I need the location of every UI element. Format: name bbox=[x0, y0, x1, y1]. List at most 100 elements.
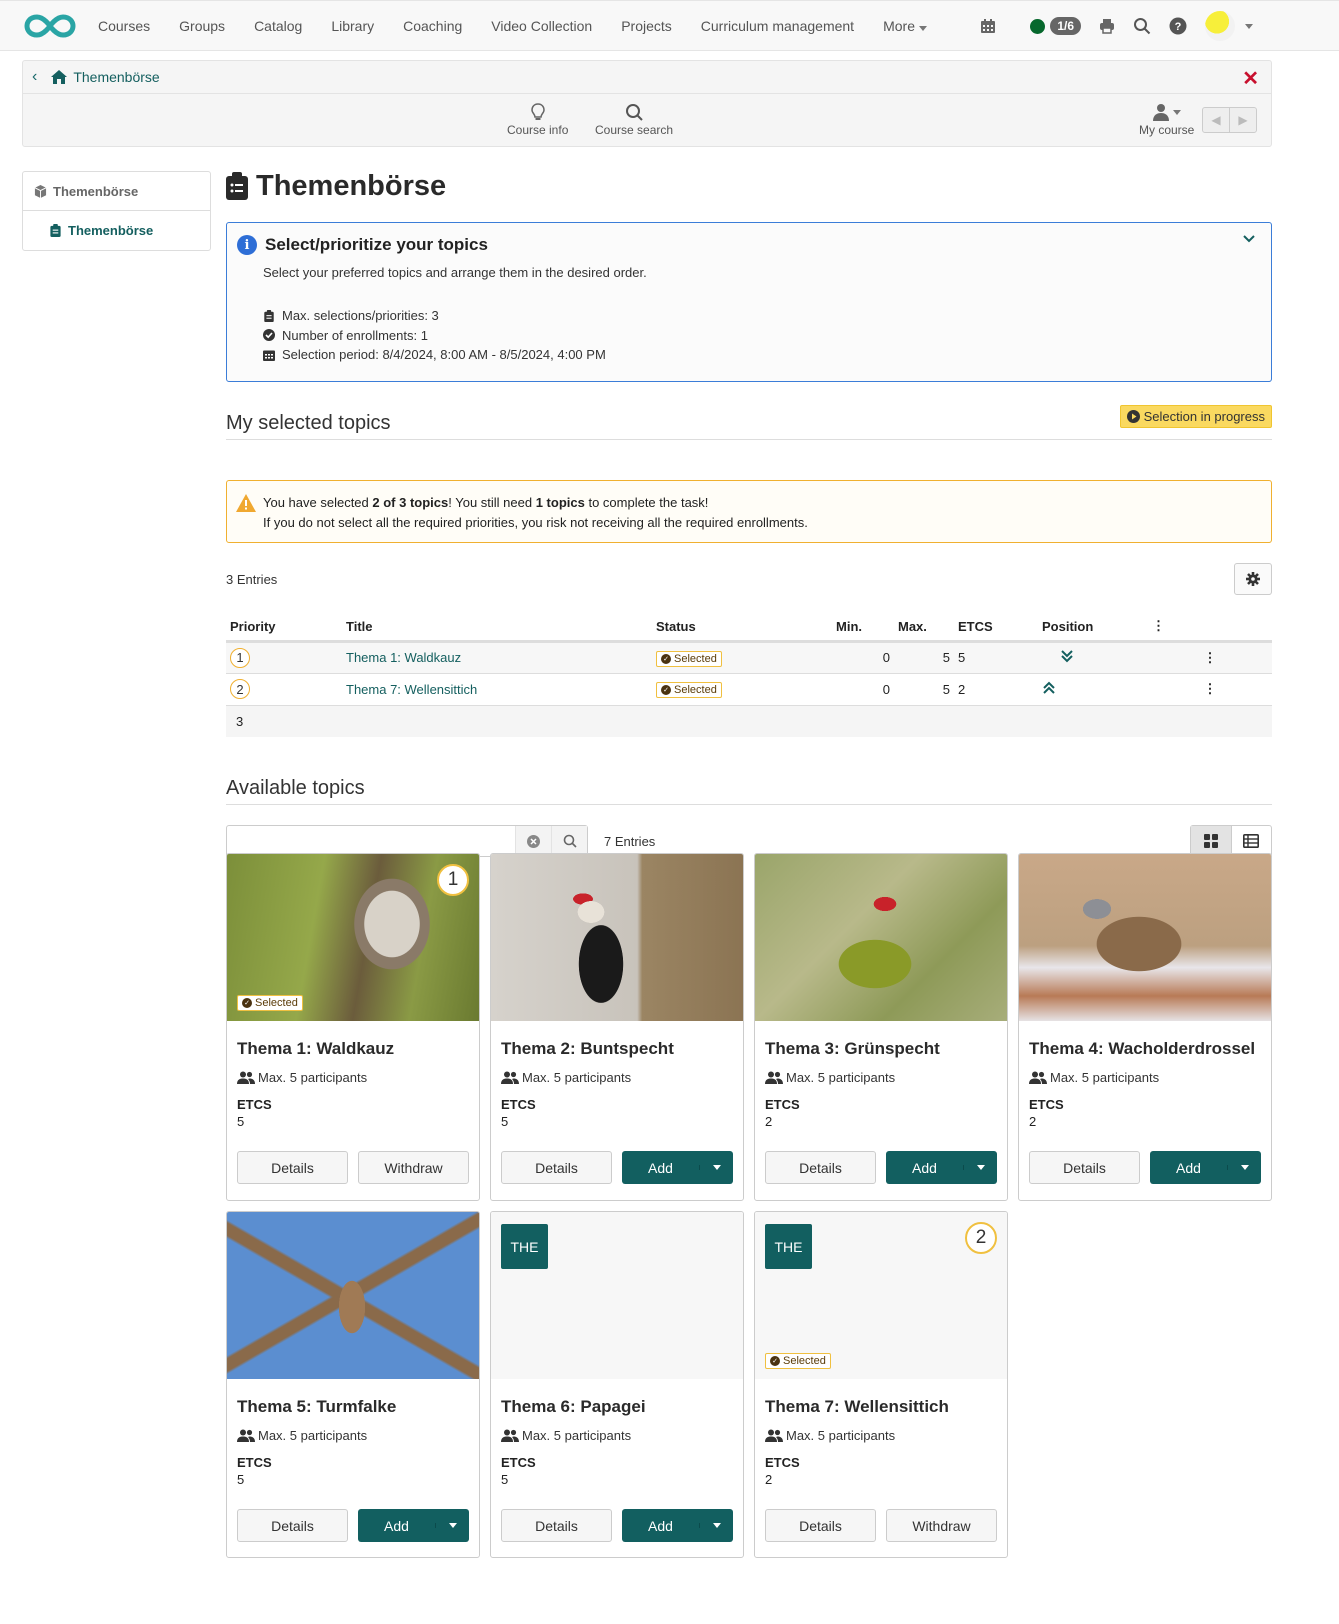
col-etcs[interactable]: ETCS bbox=[954, 613, 1038, 643]
info-heading-text: Select/prioritize your topics bbox=[265, 235, 488, 254]
topic-title[interactable]: Thema 3: Grünspecht bbox=[765, 1039, 997, 1059]
row-actions-icon[interactable]: ⋮ bbox=[1148, 673, 1272, 706]
help-icon[interactable]: ? bbox=[1169, 17, 1187, 35]
breadcrumb[interactable]: Themenbörse bbox=[51, 69, 160, 85]
details-button[interactable]: Details bbox=[237, 1151, 348, 1184]
search-icon[interactable] bbox=[1133, 17, 1151, 35]
info-enrollments: Number of enrollments: 1 bbox=[263, 326, 1261, 346]
nav-catalog[interactable]: Catalog bbox=[254, 18, 302, 34]
calendar-icon[interactable] bbox=[980, 18, 996, 34]
selected-topics-table: Priority Title Status Min. Max. ETCS Pos… bbox=[226, 613, 1272, 737]
table-view-button[interactable] bbox=[1232, 826, 1272, 856]
details-button[interactable]: Details bbox=[501, 1509, 613, 1542]
course-info-button[interactable]: Course info bbox=[507, 101, 568, 137]
add-button[interactable]: Add bbox=[1150, 1160, 1227, 1176]
topic-title[interactable]: Thema 5: Turmfalke bbox=[237, 1397, 469, 1417]
nav-courses[interactable]: Courses bbox=[98, 18, 150, 34]
row-actions-icon[interactable]: ⋮ bbox=[1148, 641, 1272, 674]
topic-title[interactable]: Thema 4: Wacholderdrossel bbox=[1029, 1039, 1261, 1059]
topic-image[interactable]: THE 2 ✓ Selected bbox=[755, 1212, 1007, 1379]
add-options-dropdown[interactable] bbox=[699, 1165, 733, 1170]
course-menu-root[interactable]: Themenbörse bbox=[23, 172, 210, 211]
clipboard-list-icon bbox=[226, 172, 248, 200]
details-button[interactable]: Details bbox=[765, 1151, 877, 1184]
withdraw-button[interactable]: Withdraw bbox=[886, 1509, 997, 1542]
back-icon[interactable]: ‹ bbox=[32, 68, 37, 86]
my-course-button[interactable]: My course bbox=[1139, 101, 1194, 137]
logo-icon[interactable] bbox=[24, 13, 76, 39]
course-menu-item-label: Themenbörse bbox=[68, 223, 154, 238]
print-icon[interactable] bbox=[1099, 18, 1115, 34]
search-input[interactable] bbox=[227, 826, 515, 856]
next-node-button[interactable]: ▶ bbox=[1230, 108, 1256, 132]
status-badge: ✓ Selected bbox=[656, 682, 722, 698]
users-icon bbox=[237, 1071, 255, 1084]
col-min[interactable]: Min. bbox=[832, 613, 894, 643]
topic-image[interactable]: 1 ✓ Selected bbox=[227, 854, 479, 1021]
session-counter-badge[interactable]: 1/6 bbox=[1050, 17, 1081, 35]
add-button[interactable]: Add bbox=[358, 1518, 435, 1534]
table-row: 2 Thema 7: Wellensittich ✓ Selected 0 5 2… bbox=[226, 673, 1272, 706]
nav-video-collection[interactable]: Video Collection bbox=[491, 18, 592, 34]
topic-title[interactable]: Thema 2: Buntspecht bbox=[501, 1039, 733, 1059]
add-button[interactable]: Add bbox=[886, 1160, 963, 1176]
nav-groups[interactable]: Groups bbox=[179, 18, 225, 34]
nav-library[interactable]: Library bbox=[331, 18, 374, 34]
previous-node-button[interactable]: ◀ bbox=[1203, 108, 1230, 132]
add-button[interactable]: Add bbox=[622, 1518, 699, 1534]
card-view-button[interactable] bbox=[1191, 826, 1232, 856]
details-button[interactable]: Details bbox=[237, 1509, 349, 1542]
topic-image[interactable]: THE bbox=[491, 1212, 743, 1379]
etcs-label: ETCS bbox=[501, 1455, 536, 1470]
topic-title[interactable]: Thema 7: Wellensittich bbox=[765, 1397, 997, 1417]
details-button[interactable]: Details bbox=[765, 1509, 876, 1542]
add-options-dropdown[interactable] bbox=[699, 1523, 733, 1528]
nav-more[interactable]: More bbox=[883, 18, 927, 34]
chevron-down-icon bbox=[448, 1523, 457, 1528]
nav-projects[interactable]: Projects bbox=[621, 18, 672, 34]
etcs-value: 5 bbox=[501, 1472, 509, 1487]
topic-title[interactable]: Thema 1: Waldkauz bbox=[237, 1039, 469, 1059]
details-button[interactable]: Details bbox=[1029, 1151, 1141, 1184]
add-options-dropdown[interactable] bbox=[1227, 1165, 1261, 1170]
col-priority[interactable]: Priority bbox=[226, 613, 342, 643]
topic-link[interactable]: Thema 7: Wellensittich bbox=[346, 682, 477, 697]
chevron-down-icon[interactable] bbox=[1243, 235, 1255, 243]
topic-link[interactable]: Thema 1: Waldkauz bbox=[346, 650, 461, 665]
withdraw-button[interactable]: Withdraw bbox=[358, 1151, 469, 1184]
course-menu-item-themenboerse[interactable]: Themenbörse bbox=[23, 211, 210, 250]
topic-image[interactable] bbox=[491, 854, 743, 1021]
nav-coaching[interactable]: Coaching bbox=[403, 18, 462, 34]
online-status-icon[interactable] bbox=[1030, 18, 1046, 34]
details-button[interactable]: Details bbox=[501, 1151, 613, 1184]
search-button[interactable] bbox=[551, 826, 587, 856]
add-button[interactable]: Add bbox=[622, 1160, 699, 1176]
breadcrumb-label: Themenbörse bbox=[73, 69, 160, 85]
col-max[interactable]: Max. bbox=[894, 613, 954, 643]
participants-text: Max. 5 participants bbox=[786, 1070, 896, 1085]
table-settings-button[interactable] bbox=[1234, 563, 1272, 595]
col-title[interactable]: Title bbox=[342, 613, 652, 643]
user-avatar[interactable] bbox=[1205, 11, 1235, 41]
info-enrollments-text: Number of enrollments: 1 bbox=[282, 327, 428, 343]
add-options-dropdown[interactable] bbox=[435, 1523, 469, 1528]
topic-card-5: Thema 5: Turmfalke Max. 5 participants E… bbox=[226, 1211, 480, 1558]
nav-curriculum-management[interactable]: Curriculum management bbox=[701, 18, 854, 34]
clear-search-button[interactable] bbox=[515, 826, 551, 856]
users-icon bbox=[765, 1071, 783, 1084]
page-title-text: Themenbörse bbox=[256, 169, 447, 202]
move-up-icon[interactable] bbox=[1042, 681, 1056, 695]
topic-image[interactable] bbox=[1019, 854, 1271, 1021]
close-icon[interactable]: ✕ bbox=[1242, 66, 1259, 91]
topic-card-3: Thema 3: Grünspecht Max. 5 participants … bbox=[754, 853, 1008, 1201]
col-position[interactable]: Position bbox=[1038, 613, 1148, 643]
col-actions[interactable]: ⋮ bbox=[1148, 613, 1272, 643]
course-search-button[interactable]: Course search bbox=[595, 101, 673, 137]
move-down-icon[interactable] bbox=[1060, 649, 1074, 663]
topic-image[interactable] bbox=[227, 1212, 479, 1379]
topic-title[interactable]: Thema 6: Papagei bbox=[501, 1397, 733, 1417]
topic-image[interactable] bbox=[755, 854, 1007, 1021]
col-status[interactable]: Status bbox=[652, 613, 832, 643]
user-menu-chevron-icon[interactable] bbox=[1245, 23, 1253, 29]
add-options-dropdown[interactable] bbox=[963, 1165, 997, 1170]
